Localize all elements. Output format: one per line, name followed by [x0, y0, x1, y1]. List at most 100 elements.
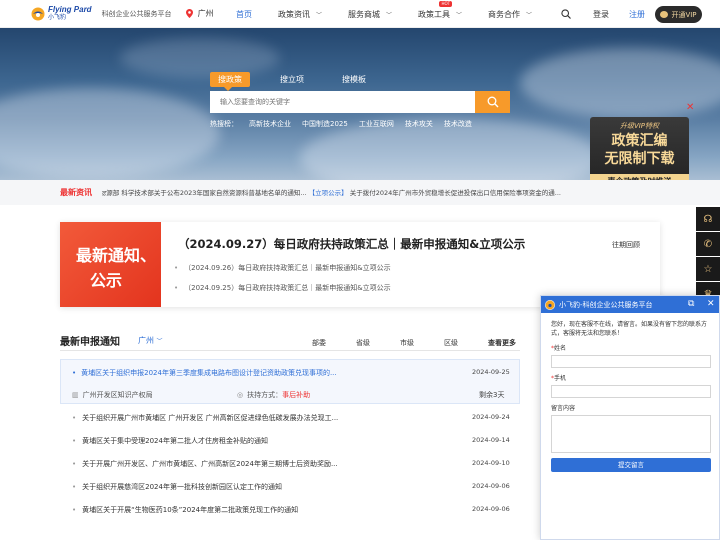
- nav-label: 政策资讯: [278, 9, 310, 19]
- list-item[interactable]: • 关于开展广州开发区、广州市黄埔区、广州高新区2024年第三期博士后资助奖励..…: [60, 459, 520, 473]
- headset-icon[interactable]: ☊: [696, 207, 720, 231]
- message-label: 留言内容: [551, 405, 576, 412]
- list-item-date: 2024-09-10: [472, 459, 510, 467]
- hot-word[interactable]: 高新技术企业: [249, 119, 291, 129]
- tab-search-policy[interactable]: 搜政策: [210, 72, 250, 91]
- chevron-down-icon: ﹀: [316, 11, 323, 19]
- tab-district[interactable]: 区级: [444, 338, 458, 348]
- tab-ministry[interactable]: 部委: [312, 338, 326, 348]
- chat-avatar: [545, 299, 555, 310]
- search-icon[interactable]: [561, 9, 571, 19]
- hot-word[interactable]: 中国制造2025: [302, 119, 348, 129]
- list-item[interactable]: • 关于组织开展广州市黄埔区 广州开发区 广州高新区促进绿色低碳发展办法兑现工..…: [60, 413, 520, 427]
- hot-search-label: 热搜榜：: [210, 120, 238, 128]
- org-text: 广州开发区知识产权局: [82, 391, 153, 399]
- hot-word[interactable]: 技术改造: [444, 119, 472, 129]
- site-slogan: 科创企业公共服务平台: [101, 9, 172, 18]
- tab-province[interactable]: 省级: [356, 338, 370, 348]
- tab-search-template[interactable]: 搜模板: [334, 72, 374, 87]
- feature-sub-item[interactable]: • （2024.09.26）每日政府扶持政策汇总｜最新申报通知&立项公示: [174, 263, 391, 273]
- hot-word[interactable]: 工业互联网: [359, 119, 394, 129]
- tab-search-project[interactable]: 搜立项: [272, 72, 312, 87]
- highlighted-notice-title: • 黄埔区关于组织申报2024年第三季度集成电路布图设计登记资助政策兑现事项的..…: [72, 368, 337, 378]
- bullet: •: [174, 284, 179, 292]
- top-header: Flying Pard 小飞豹 科创企业公共服务平台 广州 首页 政策资讯 ﹀ 服…: [0, 0, 720, 28]
- phone-label: *手机: [551, 373, 719, 382]
- logo-icon: [31, 7, 45, 20]
- search-bar: [210, 91, 510, 113]
- list-item[interactable]: • 黄埔区关于集中受理2024年第二批人才住房租金补贴的通知 2024-09-14: [60, 436, 520, 450]
- banner-cloud: [0, 88, 220, 178]
- list-item-date: 2024-09-06: [472, 482, 510, 490]
- feature-title[interactable]: （2024.09.27）每日政府扶持政策汇总｜最新申报通知&立项公示: [178, 236, 525, 252]
- chevron-down-icon: ﹀: [156, 338, 163, 345]
- list-item[interactable]: • 关于组织开展慈湾区2024年第一批科技创新园区认定工作的通知 2024-09-0…: [60, 482, 520, 496]
- list-item[interactable]: • 黄埔区关于开展“生物医药10条”2024年度第二批政策兑现工作的通知 2024-…: [60, 505, 520, 519]
- chevron-down-icon: ﹀: [386, 11, 393, 19]
- star-icon[interactable]: ☆: [696, 257, 720, 281]
- chevron-down-icon: ﹀: [526, 11, 533, 19]
- site-logo[interactable]: Flying Pard 小飞豹: [30, 5, 92, 22]
- chat-header: 小飞豹-科创企业公共服务平台 ⧉ ✕: [541, 296, 719, 313]
- chat-title: 小飞豹-科创企业公共服务平台: [559, 300, 653, 309]
- phone-field[interactable]: [551, 385, 711, 398]
- hot-search-list: 热搜榜： 高新技术企业 中国制造2025 工业互联网 技术攻关 技术改造: [210, 119, 483, 129]
- submit-message-button[interactable]: 提交留言: [551, 458, 711, 472]
- news-ticker: 最新资讯 ਫ਼源部 科学技术部关于公布2023年国家自然资源科普基地名单的通知.…: [0, 180, 720, 205]
- ticker-text[interactable]: ਫ਼源部 科学技术部关于公布2023年国家自然资源科普基地名单的通知... 【立…: [102, 187, 602, 198]
- name-field[interactable]: [551, 355, 711, 368]
- field-label: 姓名: [554, 345, 567, 352]
- feature-image[interactable]: 最新通知、 公示: [60, 222, 161, 307]
- nav-policy-tools[interactable]: 政策工具 ﹀ HOT: [418, 0, 462, 28]
- ticker-tag: 【立项公示】: [308, 189, 348, 197]
- support-mode: ◎ 扶持方式：事后补助: [237, 390, 310, 400]
- city-dropdown[interactable]: 广州 ﹀: [138, 335, 163, 346]
- bullet: •: [72, 506, 77, 514]
- ticker-item[interactable]: ਫ਼源部 科学技术部关于公布2023年国家自然资源科普基地名单的通知...: [102, 189, 307, 197]
- nav-policy-news[interactable]: 政策资讯 ﹀: [278, 0, 322, 28]
- list-item-date: 2024-09-06: [472, 505, 510, 513]
- feature-image-text: 公示: [90, 271, 123, 290]
- close-icon[interactable]: ✕: [686, 102, 694, 113]
- expand-icon[interactable]: ⧉: [688, 299, 694, 309]
- message-field[interactable]: [551, 415, 711, 453]
- notice-org: ▥ 广州开发区知识产权局: [72, 390, 153, 400]
- nav-service-mall[interactable]: 服务商城 ﹀: [348, 0, 392, 28]
- location-pin-icon: [185, 9, 193, 18]
- login-link[interactable]: 登录: [593, 9, 609, 20]
- hot-word[interactable]: 技术攻关: [405, 119, 433, 129]
- close-icon[interactable]: ✕: [707, 299, 715, 309]
- bullet: •: [72, 437, 77, 445]
- register-link[interactable]: 注册: [629, 9, 645, 20]
- latest-notices-header: 最新申报通知 广州 ﹀ 部委 省级 市级 区级 查看更多: [60, 333, 520, 351]
- mode-value: 事后补助: [282, 391, 311, 399]
- building-icon: ▥: [72, 391, 79, 399]
- vip-label: 开通VIP: [671, 10, 697, 19]
- highlighted-notice[interactable]: • 黄埔区关于组织申报2024年第三季度集成电路布图设计登记资助政策兑现事项的..…: [60, 359, 520, 404]
- nav-label: 商务合作: [488, 9, 521, 19]
- feature-sub-item[interactable]: • （2024.09.25）每日政府扶持政策汇总｜最新申报通知&立项公示: [174, 283, 391, 293]
- coin-icon: ◎: [237, 391, 244, 399]
- nav-business[interactable]: 商务合作 ﹀: [488, 0, 532, 28]
- view-more-link[interactable]: 查看更多: [488, 338, 516, 348]
- city-selector[interactable]: 广州: [185, 8, 214, 19]
- list-item-title: 关于组织开展慈湾区2024年第一批科技创新园区认定工作的通知: [82, 483, 282, 491]
- tab-city[interactable]: 市级: [400, 338, 414, 348]
- list-item-title: 黄埔区关于集中受理2024年第二批人才住房租金补贴的通知: [82, 437, 268, 445]
- open-vip-button[interactable]: 开通VIP: [655, 6, 702, 23]
- field-label: 手机: [554, 375, 567, 382]
- ticker-label: 最新资讯: [60, 188, 92, 197]
- list-item-date: 2024-09-14: [472, 436, 510, 444]
- chevron-down-icon: ﹀: [456, 11, 463, 19]
- ticker-item[interactable]: 关于拨付2024年广州市外贸稳增长促进投保出口信用保险事项资金的通...: [350, 189, 561, 197]
- crown-icon: [660, 11, 669, 18]
- mode-label: 扶持方式：: [247, 391, 283, 399]
- list-item-title: 黄埔区关于开展“生物医药10条”2024年度第二批政策兑现工作的通知: [82, 506, 299, 514]
- search-input[interactable]: [210, 91, 475, 113]
- search-button[interactable]: [475, 91, 510, 113]
- phone-icon[interactable]: ✆: [696, 232, 720, 256]
- past-review-link[interactable]: 往期回顾: [612, 240, 640, 250]
- name-label: *姓名: [551, 343, 719, 352]
- feature-sub-text: （2024.09.25）每日政府扶持政策汇总｜最新申报通知&立项公示: [184, 284, 391, 292]
- nav-home[interactable]: 首页: [236, 0, 252, 28]
